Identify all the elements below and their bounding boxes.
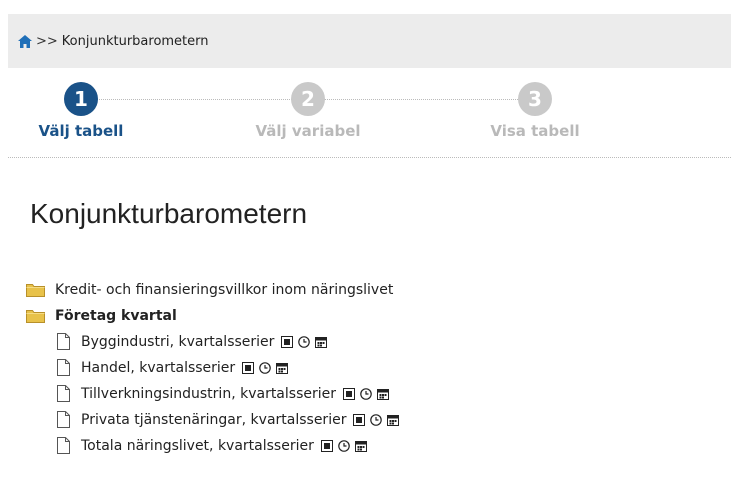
table-actions xyxy=(343,387,389,400)
step-label: Visa tabell xyxy=(490,122,580,140)
table-info-icon[interactable] xyxy=(281,335,294,348)
table-actions xyxy=(242,361,289,374)
table-label[interactable]: Privata tjänstenäringar, kvartalsserier xyxy=(81,412,346,428)
document-icon xyxy=(56,359,71,376)
page-title: Konjunkturbarometern xyxy=(30,198,308,229)
breadcrumb-current[interactable]: Konjunkturbarometern xyxy=(62,34,209,49)
folder-label: Kredit- och finansieringsvillkor inom nä… xyxy=(55,281,394,298)
folder-item[interactable]: Företag kvartal xyxy=(26,304,726,327)
step-number: 3 xyxy=(518,82,552,116)
calendar-icon[interactable] xyxy=(377,388,389,400)
table-item[interactable]: Privata tjänstenäringar, kvartalsserier xyxy=(26,408,726,431)
breadcrumb-separator: >> xyxy=(36,33,58,49)
step-2: 2 Välj variabel xyxy=(238,82,378,140)
table-item[interactable]: Tillverkningsindustrin, kvartalsserier xyxy=(26,382,726,405)
home-icon[interactable] xyxy=(18,34,32,48)
document-icon xyxy=(56,411,71,428)
document-icon xyxy=(56,385,71,402)
table-item[interactable]: Byggindustri, kvartalsserier xyxy=(26,330,726,353)
table-actions xyxy=(353,413,400,426)
divider xyxy=(8,157,731,158)
folder-icon xyxy=(26,496,45,503)
table-actions xyxy=(281,335,328,348)
table-label[interactable]: Tillverkningsindustrin, kvartalsserier xyxy=(81,386,336,402)
folder-open-icon xyxy=(26,309,45,323)
clock-icon[interactable] xyxy=(259,361,271,374)
document-icon xyxy=(56,333,71,350)
table-info-icon[interactable] xyxy=(353,413,366,426)
step-label: Välj tabell xyxy=(38,122,124,140)
table-label[interactable]: Byggindustri, kvartalsserier xyxy=(81,334,274,350)
folder-label: Företag kvartal xyxy=(55,307,177,324)
clock-icon[interactable] xyxy=(360,387,372,400)
table-item[interactable]: Handel, kvartalsserier xyxy=(26,356,726,379)
table-info-icon[interactable] xyxy=(242,361,255,374)
table-item[interactable]: Totala näringslivet, kvartalsserier xyxy=(26,434,726,457)
clock-icon[interactable] xyxy=(298,335,311,348)
table-actions xyxy=(320,439,367,452)
document-icon xyxy=(56,437,71,454)
table-info-icon[interactable] xyxy=(343,387,355,400)
step-number: 1 xyxy=(64,82,98,116)
folder-item[interactable]: Kredit- och finansieringsvillkor inom nä… xyxy=(26,278,726,301)
table-tree: Kredit- och finansieringsvillkor inom nä… xyxy=(26,278,726,460)
calendar-icon[interactable] xyxy=(315,336,328,348)
breadcrumb: >> Konjunkturbarometern xyxy=(8,14,731,68)
calendar-icon[interactable] xyxy=(387,414,400,426)
calendar-icon[interactable] xyxy=(276,362,289,374)
table-label[interactable]: Handel, kvartalsserier xyxy=(81,360,235,376)
step-label: Välj variabel xyxy=(255,122,361,140)
table-info-icon[interactable] xyxy=(320,439,333,452)
folder-icon xyxy=(26,283,45,297)
clock-icon[interactable] xyxy=(338,439,350,452)
table-label[interactable]: Totala näringslivet, kvartalsserier xyxy=(81,438,314,454)
step-1[interactable]: 1 Välj tabell xyxy=(11,82,151,140)
step-number: 2 xyxy=(291,82,325,116)
calendar-icon[interactable] xyxy=(354,440,367,452)
step-3: 3 Visa tabell xyxy=(465,82,605,140)
clock-icon[interactable] xyxy=(370,413,383,426)
